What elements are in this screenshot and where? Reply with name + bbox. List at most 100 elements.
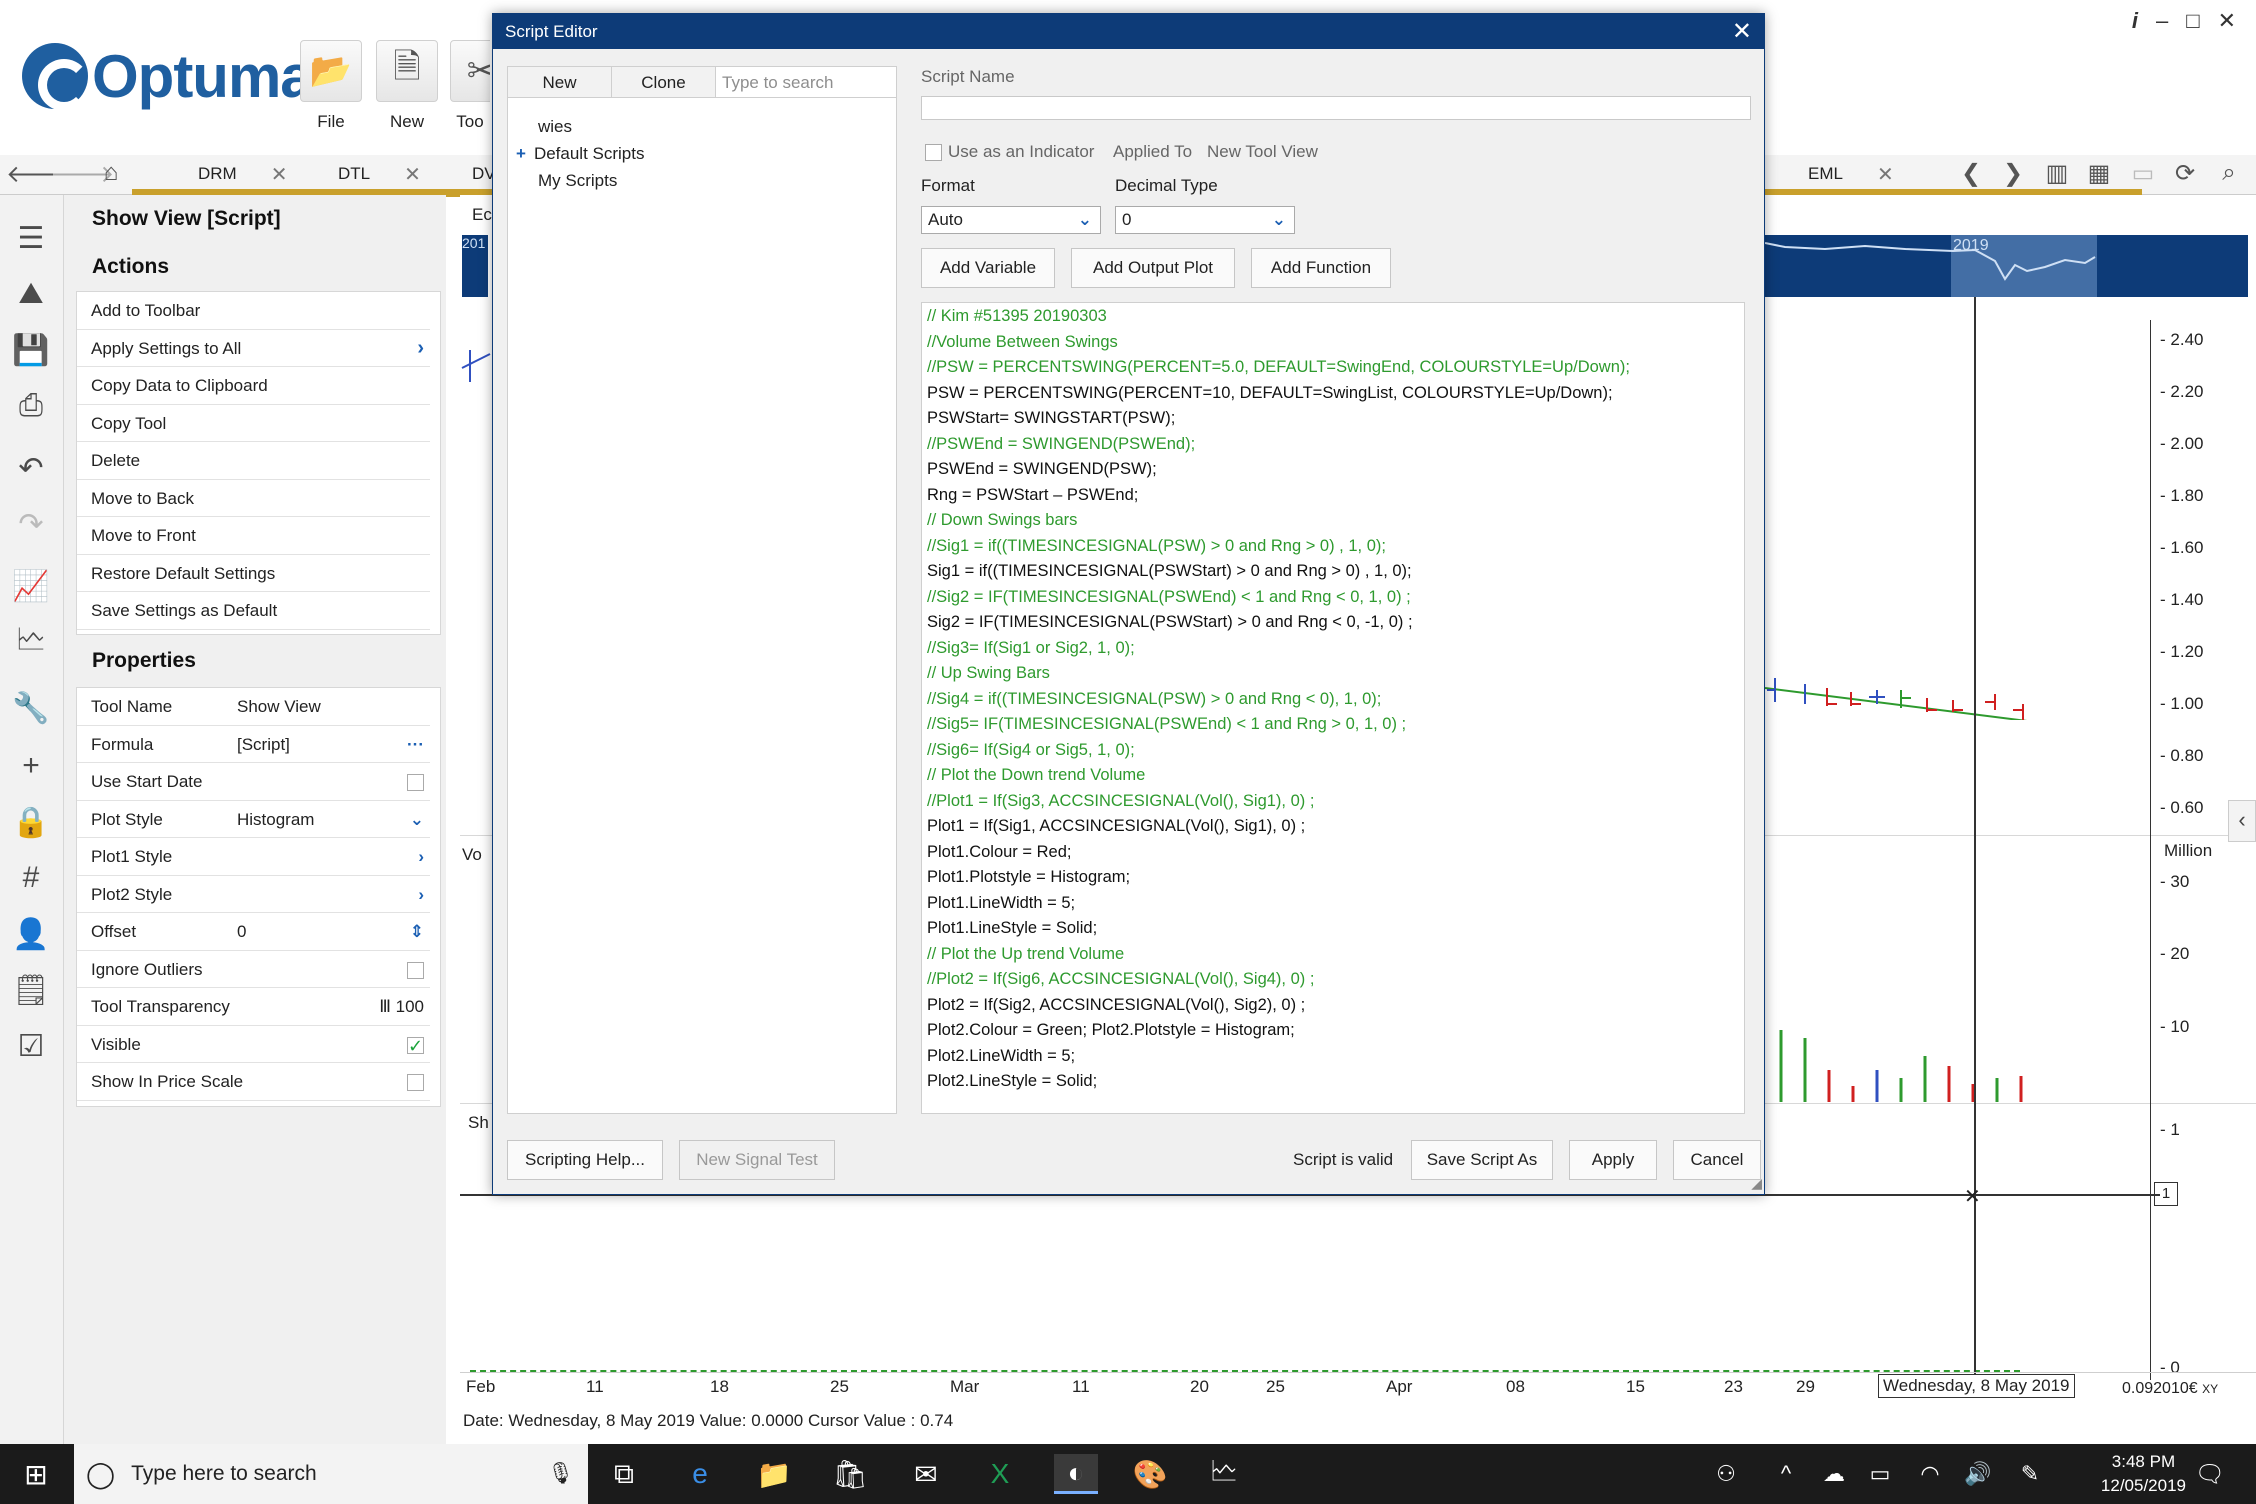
add-variable-button[interactable]: Add Variable xyxy=(921,248,1055,288)
action-item[interactable]: Apply Settings to All › xyxy=(77,330,430,367)
script-name-input[interactable] xyxy=(921,96,1751,120)
prev-arrow-icon[interactable]: ❮ xyxy=(1954,159,1988,191)
taskbar-clock[interactable]: 3:48 PM 12/05/2019 xyxy=(2101,1450,2186,1498)
checklist-icon[interactable]: ☑ xyxy=(8,1023,54,1069)
save-icon[interactable]: 💾 xyxy=(8,327,54,373)
lock-icon[interactable]: 🔒 xyxy=(8,799,54,845)
file-explorer-icon[interactable]: 📁 xyxy=(752,1454,796,1494)
microphone-icon[interactable]: 🎙 xyxy=(547,1462,574,1486)
property-row[interactable]: Plot1 Style › xyxy=(77,838,430,876)
scripting-help-button[interactable]: Scripting Help... xyxy=(507,1140,663,1180)
resize-grip-icon[interactable]: ◢ xyxy=(1751,1175,1762,1192)
plus-icon[interactable]: + xyxy=(8,743,54,789)
minimize-icon[interactable]: – xyxy=(2156,8,2168,34)
cancel-button[interactable]: Cancel xyxy=(1673,1140,1761,1180)
action-item[interactable]: Move to Front xyxy=(77,517,430,555)
property-checkbox[interactable] xyxy=(407,774,424,792)
property-control-icon[interactable]: › xyxy=(418,838,424,876)
refresh-icon[interactable]: ⟳ xyxy=(2168,159,2202,191)
property-control[interactable] xyxy=(407,1026,424,1064)
decimal-type-select[interactable]: 0 ⌄ xyxy=(1115,206,1295,234)
property-control[interactable] xyxy=(407,1063,424,1101)
apply-button[interactable]: Apply xyxy=(1569,1140,1657,1180)
people-icon[interactable]: ⚇ xyxy=(1704,1454,1748,1494)
onedrive-icon[interactable]: ☁ xyxy=(1812,1454,1856,1494)
property-control-icon[interactable]: › xyxy=(418,876,424,914)
wifi-icon[interactable]: ◠ xyxy=(1908,1454,1952,1494)
hash-grid-icon[interactable]: # xyxy=(8,855,54,901)
info-icon[interactable]: i xyxy=(2132,8,2138,34)
chart-icon[interactable]: 📈 xyxy=(8,563,54,609)
grid-icon[interactable]: ▦ xyxy=(2082,159,2116,191)
zoom-icon[interactable]: ⌕ xyxy=(2212,159,2246,191)
tab-drm[interactable]: DRM ✕ xyxy=(198,157,287,191)
expand-plus-icon[interactable]: + xyxy=(516,144,526,163)
property-checkbox[interactable] xyxy=(407,961,424,979)
use-as-indicator-checkbox[interactable] xyxy=(925,144,942,162)
action-item[interactable]: Add to Toolbar xyxy=(77,292,430,330)
action-item[interactable]: Save Settings as Default xyxy=(77,592,430,630)
script-search-input[interactable]: Type to search xyxy=(716,67,896,98)
close-tab-icon[interactable]: ✕ xyxy=(1877,162,1894,187)
side-collapse-icon[interactable]: ‹ xyxy=(2228,800,2256,842)
close-tab-icon[interactable]: ✕ xyxy=(271,162,288,187)
home-icon[interactable]: ⌂ xyxy=(94,159,128,191)
optuma-taskbar-icon[interactable]: ◐ xyxy=(1054,1454,1098,1494)
property-row[interactable]: Tool Transparency Ⅲ 100 xyxy=(77,988,430,1026)
property-row[interactable]: Formula [Script] ··· xyxy=(77,726,430,764)
tab-dv[interactable]: DV xyxy=(472,157,492,191)
property-checkbox[interactable] xyxy=(407,1036,424,1054)
clone-script-button[interactable]: Clone xyxy=(612,67,716,98)
multi-chart-icon[interactable]: 🗠 xyxy=(8,619,54,665)
tab-dtl[interactable]: DTL ✕ xyxy=(338,157,421,191)
tree-item-default-scripts[interactable]: + Default Scripts xyxy=(516,144,644,164)
layout-icon[interactable]: ▥ xyxy=(2040,159,2074,191)
redo-icon[interactable]: ↷ xyxy=(8,501,54,547)
property-row[interactable]: Tool Name Show View xyxy=(77,688,430,726)
close-window-icon[interactable]: ✕ xyxy=(2218,8,2236,34)
open-workbook-icon[interactable]: ⛰ xyxy=(8,271,54,317)
action-item[interactable]: Copy Tool xyxy=(77,405,430,442)
wrench-icon[interactable]: 🔧 xyxy=(8,685,54,731)
property-control-icon[interactable]: Ⅲ 100 xyxy=(379,988,424,1026)
tile-icon[interactable]: ▭ xyxy=(2126,159,2160,191)
property-row[interactable]: Plot Style Histogram ⌄ xyxy=(77,801,430,839)
chart-app-icon[interactable]: 🗠 xyxy=(1202,1454,1246,1494)
property-row[interactable]: Offset 0 ⇕ xyxy=(77,913,430,951)
script-code-editor[interactable]: // Kim #51395 20190303 //Volume Between S… xyxy=(921,302,1745,1114)
property-control[interactable] xyxy=(407,951,424,989)
task-view-icon[interactable]: ⧉ xyxy=(602,1454,646,1494)
format-select[interactable]: Auto ⌄ xyxy=(921,206,1101,234)
property-row[interactable]: Ignore Outliers xyxy=(77,951,430,989)
property-control-icon[interactable]: ⌄ xyxy=(410,801,424,839)
tools-button[interactable]: ✂ Too xyxy=(450,40,490,132)
undo-icon[interactable]: ↶ xyxy=(8,445,54,491)
property-row[interactable]: Use Start Date xyxy=(77,763,430,801)
tree-item-my-scripts[interactable]: My Scripts xyxy=(538,171,617,191)
show-hidden-icons[interactable]: ^ xyxy=(1764,1454,1808,1494)
property-row[interactable]: Visible xyxy=(77,1026,430,1064)
mail-icon[interactable]: ✉ xyxy=(904,1454,948,1494)
close-tab-icon[interactable]: ✕ xyxy=(404,162,421,187)
forward-arrow-icon[interactable]: 🡒 xyxy=(50,159,114,191)
property-row[interactable]: Plot2 Style › xyxy=(77,876,430,914)
volume-icon[interactable]: 🔊 xyxy=(1956,1454,2000,1494)
outline-icon[interactable]: ☰ xyxy=(8,215,54,261)
notifications-icon[interactable]: 🗨 xyxy=(2188,1454,2232,1494)
add-output-plot-button[interactable]: Add Output Plot xyxy=(1071,248,1235,288)
property-row[interactable]: Show In Price Scale xyxy=(77,1063,430,1101)
action-item[interactable]: Delete xyxy=(77,442,430,480)
add-function-button[interactable]: Add Function xyxy=(1251,248,1391,288)
property-control-icon[interactable]: ··· xyxy=(407,726,424,764)
save-script-as-button[interactable]: Save Script As xyxy=(1411,1140,1553,1180)
taskbar-search[interactable]: ◯ Type here to search 🎙 xyxy=(74,1444,588,1504)
action-item[interactable]: Move to Back xyxy=(77,480,430,517)
maximize-icon[interactable]: □ xyxy=(2186,8,2199,34)
close-dialog-icon[interactable]: ✕ xyxy=(1732,14,1752,49)
pen-icon[interactable]: ✎ xyxy=(2008,1454,2052,1494)
user-icon[interactable]: 👤 xyxy=(8,911,54,957)
edge-icon[interactable]: e xyxy=(678,1454,722,1494)
back-arrow-icon[interactable]: 🡐 xyxy=(6,159,70,191)
document-icon[interactable]: 🗒 xyxy=(8,967,54,1013)
print-icon[interactable]: ⎙ xyxy=(8,383,54,429)
